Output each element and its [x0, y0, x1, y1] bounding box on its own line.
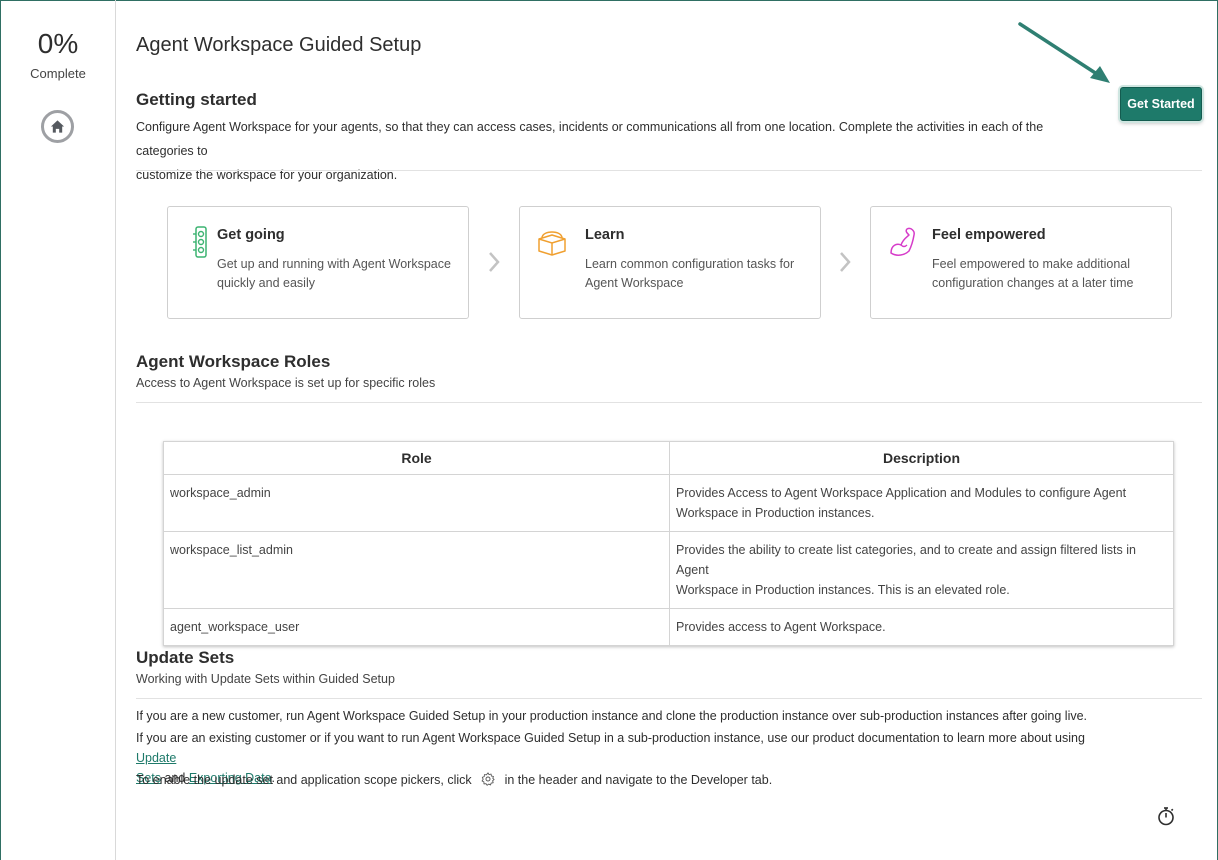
getting-started-title: Getting started	[136, 90, 257, 109]
pointer-arrow-icon	[1018, 22, 1110, 83]
main-content: Agent Workspace Guided Setup Get Started…	[136, 0, 1202, 860]
description-line: Workspace in Production instances. This …	[676, 583, 1010, 597]
step-description: Get up and running with Agent Workspace …	[217, 255, 457, 293]
paragraph-text: If you are an existing customer or if yo…	[136, 731, 1085, 745]
step-desc-line: configuration changes at a later time	[932, 276, 1134, 290]
step-description: Feel empowered to make additional config…	[932, 255, 1172, 293]
home-button[interactable]	[41, 110, 74, 143]
role-cell: workspace_list_admin	[163, 531, 670, 609]
update-sets-title: Update Sets	[136, 648, 235, 667]
intro-line-1: Configure Agent Workspace for your agent…	[136, 120, 1044, 158]
section-divider	[136, 698, 1202, 699]
description-cell: Provides Access to Agent Workspace Appli…	[669, 474, 1174, 532]
step-card-feel-empowered[interactable]: Feel empowered Feel empowered to make ad…	[870, 206, 1172, 319]
table-header-row: Role Description	[163, 441, 1174, 475]
step-description: Learn common configuration tasks for Age…	[585, 255, 825, 293]
get-started-button[interactable]: Get Started	[1120, 87, 1202, 121]
update-sets-link[interactable]: Update	[136, 751, 176, 765]
description-line: Workspace in Production instances.	[676, 506, 875, 520]
section-divider	[136, 402, 1202, 403]
step-title: Get going	[217, 227, 285, 243]
paragraph-text: To enable the update set and application…	[136, 773, 472, 787]
roles-title: Agent Workspace Roles	[136, 352, 331, 371]
step-desc-line: quickly and easily	[217, 276, 315, 290]
description-cell: Provides the ability to create list cate…	[669, 531, 1174, 609]
table-row: workspace_admin Provides Access to Agent…	[163, 474, 1174, 532]
flexed-arm-icon	[890, 227, 915, 256]
step-desc-line: Get up and running with Agent Workspace	[217, 257, 451, 271]
roles-table: Role Description workspace_admin Provide…	[163, 441, 1174, 646]
step-title: Learn	[585, 227, 625, 243]
intro-line-2: customize the workspace for your organiz…	[136, 168, 398, 182]
step-card-learn[interactable]: Learn Learn common configuration tasks f…	[519, 206, 821, 319]
step-card-get-going[interactable]: Get going Get up and running with Agent …	[167, 206, 469, 319]
section-divider	[136, 170, 1202, 171]
traffic-light-icon	[193, 226, 207, 258]
gear-icon	[481, 772, 495, 786]
page-title: Agent Workspace Guided Setup	[136, 34, 422, 56]
step-desc-line: Agent Workspace	[585, 276, 684, 290]
column-header-role: Role	[163, 441, 670, 475]
chevron-right-icon	[840, 252, 851, 272]
description-line: Provides the ability to create list cate…	[676, 543, 1136, 577]
update-sets-subtitle: Working with Update Sets within Guided S…	[136, 672, 395, 686]
box-icon	[538, 231, 566, 256]
progress-label: Complete	[30, 66, 86, 81]
column-header-description: Description	[669, 441, 1174, 475]
stopwatch-icon[interactable]	[1156, 806, 1176, 826]
role-cell: workspace_admin	[163, 474, 670, 532]
step-desc-line: Learn common configuration tasks for	[585, 257, 795, 271]
roles-subtitle: Access to Agent Workspace is set up for …	[136, 376, 436, 390]
table-row: workspace_list_admin Provides the abilit…	[163, 531, 1174, 609]
description-line: Provides Access to Agent Workspace Appli…	[676, 486, 1127, 500]
home-icon	[50, 120, 65, 133]
progress-value: 0%	[37, 28, 79, 59]
description-cell: Provides access to Agent Workspace.	[669, 608, 1174, 646]
paragraph-text: in the header and navigate to the Develo…	[504, 773, 773, 787]
update-sets-paragraph-3: To enable the update set and application…	[136, 770, 772, 790]
role-cell: agent_workspace_user	[163, 608, 670, 646]
table-row: agent_workspace_user Provides access to …	[163, 608, 1174, 646]
step-title: Feel empowered	[932, 227, 1046, 243]
update-sets-paragraph-1: If you are a new customer, run Agent Wor…	[136, 709, 1088, 723]
getting-started-description: Configure Agent Workspace for your agent…	[136, 115, 1096, 187]
progress-sidebar: 0% Complete	[0, 0, 116, 860]
chevron-right-icon	[489, 252, 500, 272]
step-desc-line: Feel empowered to make additional	[932, 257, 1131, 271]
